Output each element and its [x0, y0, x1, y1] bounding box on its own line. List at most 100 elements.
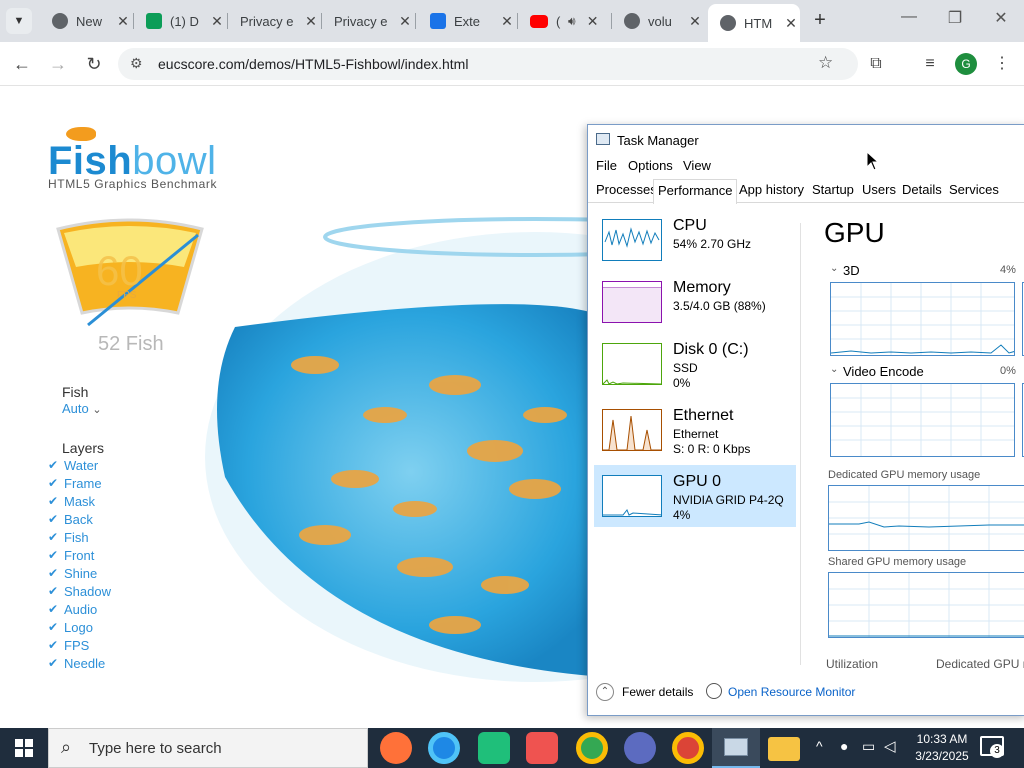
- reload-button[interactable]: ↻: [82, 52, 106, 76]
- gpu-heading: GPU: [824, 217, 885, 248]
- back-button[interactable]: ←: [10, 52, 34, 76]
- close-icon[interactable]: ✕: [114, 13, 132, 30]
- layer-toggle-water[interactable]: ✔ Water: [48, 456, 98, 474]
- layer-toggle-mask[interactable]: ✔ Mask: [48, 492, 95, 510]
- browser-toolbar: ← → ↻ ⚙ eucscore.com/demos/HTML5-Fishbow…: [0, 42, 1024, 86]
- firefox-developer-icon[interactable]: [624, 732, 656, 764]
- ethernet-mini-graph: [602, 409, 662, 451]
- perf-item-cpu[interactable]: CPU 54% 2.70 GHz: [594, 215, 796, 277]
- chevron-down-icon: ⌄: [830, 263, 839, 274]
- perf-item-ethernet[interactable]: Ethernet Ethernet S: 0 R: 0 Kbps: [594, 405, 796, 467]
- close-icon[interactable]: ✕: [208, 13, 226, 30]
- tab-youtube[interactable]: ( 🔊︎ ✕: [518, 4, 610, 38]
- app-icon[interactable]: [478, 732, 510, 764]
- layer-toggle-frame[interactable]: ✔ Frame: [48, 474, 102, 492]
- extensions-icon[interactable]: ⧉: [864, 52, 888, 76]
- tab-performance[interactable]: Performance: [653, 179, 738, 204]
- checkmark-icon: ✔: [48, 656, 59, 670]
- open-resource-monitor-link[interactable]: Open Resource Monitor: [728, 685, 855, 699]
- layer-toggle-front[interactable]: ✔ Front: [48, 546, 94, 564]
- tab-processes[interactable]: Processes: [592, 182, 661, 203]
- task-manager-footer: ⌃ Fewer details Open Resource Monitor: [588, 677, 1024, 717]
- fish-count-select[interactable]: Auto ⌄: [62, 401, 102, 416]
- chrome-beta-icon[interactable]: [576, 732, 608, 764]
- tab-volume[interactable]: volu ✕: [612, 4, 704, 38]
- tab-search-button[interactable]: ▼: [6, 8, 32, 34]
- minimize-button[interactable]: —: [886, 8, 932, 26]
- perf-item-gpu[interactable]: GPU 0 NVIDIA GRID P4-2Q 4%: [594, 465, 796, 527]
- graph-shared-memory: [828, 572, 1024, 638]
- tab-app-history[interactable]: App history: [735, 182, 808, 203]
- notification-center-icon[interactable]: 3: [980, 736, 1004, 758]
- tab-details[interactable]: Details: [898, 182, 946, 203]
- layer-toggle-fps[interactable]: ✔ FPS: [48, 636, 89, 654]
- task-manager-tabs: Processes Performance App history Startu…: [588, 179, 1024, 204]
- layer-toggle-logo[interactable]: ✔ Logo: [48, 618, 93, 636]
- tab-extensions[interactable]: Exte ✕: [418, 4, 516, 38]
- address-bar[interactable]: ⚙ eucscore.com/demos/HTML5-Fishbowl/inde…: [118, 48, 858, 80]
- chevron-up-icon[interactable]: ⌃: [596, 683, 614, 701]
- fps-value: 60: [96, 247, 143, 294]
- tab-users[interactable]: Users: [858, 182, 900, 203]
- star-icon[interactable]: ☆: [818, 53, 833, 73]
- speaker-icon[interactable]: 🔊︎: [568, 14, 576, 29]
- close-icon[interactable]: ✕: [302, 13, 320, 30]
- browser-tab-strip: ▼ New ✕ (1) D ✕ Privacy e ✕ Privacy e ✕ …: [0, 0, 1024, 42]
- clock-time[interactable]: 10:33 AM: [906, 732, 978, 746]
- checkmark-icon: ✔: [48, 602, 59, 616]
- file-explorer-icon[interactable]: [768, 737, 800, 761]
- close-icon[interactable]: ✕: [584, 13, 602, 30]
- menu-view[interactable]: View: [683, 158, 711, 173]
- restore-button[interactable]: ❐: [932, 8, 978, 28]
- layer-toggle-fish[interactable]: ✔ Fish: [48, 528, 89, 546]
- task-manager-taskbar-button[interactable]: [712, 728, 760, 768]
- close-icon[interactable]: ✕: [686, 13, 704, 30]
- menu-file[interactable]: File: [596, 158, 617, 173]
- tab-privacy-1[interactable]: Privacy e ✕: [228, 4, 320, 38]
- browser-app-icon[interactable]: [428, 732, 460, 764]
- url-text[interactable]: eucscore.com/demos/HTML5-Fishbowl/index.…: [158, 56, 468, 72]
- layer-toggle-audio[interactable]: ✔ Audio: [48, 600, 97, 618]
- layer-toggle-back[interactable]: ✔ Back: [48, 510, 93, 528]
- chrome-icon[interactable]: [672, 732, 704, 764]
- perf-item-memory[interactable]: Memory 3.5/4.0 GB (88%): [594, 277, 796, 339]
- menu-options[interactable]: Options: [628, 158, 673, 173]
- perf-item-disk[interactable]: Disk 0 (C:) SSD 0%: [594, 339, 796, 401]
- utilization-label: Utilization: [826, 657, 879, 671]
- close-icon[interactable]: ✕: [498, 13, 516, 30]
- profile-avatar[interactable]: G: [955, 53, 977, 75]
- notification-badge: 3: [990, 744, 1004, 758]
- close-icon[interactable]: ✕: [782, 15, 800, 32]
- layer-toggle-needle[interactable]: ✔ Needle: [48, 654, 105, 672]
- resource-monitor-icon: [706, 683, 722, 699]
- tab-privacy-2[interactable]: Privacy e ✕: [322, 4, 414, 38]
- firefox-icon[interactable]: [380, 732, 412, 764]
- tab-services[interactable]: Services: [945, 182, 1003, 203]
- new-tab-button[interactable]: +: [808, 8, 832, 32]
- chevron-down-icon: ⌄: [92, 404, 102, 416]
- close-window-button[interactable]: ✕: [978, 8, 1024, 28]
- microphone-icon[interactable]: ●: [840, 738, 848, 754]
- checkmark-icon: ✔: [48, 620, 59, 634]
- chevron-up-icon[interactable]: ^: [816, 738, 823, 754]
- clock-date[interactable]: 3/23/2025: [906, 749, 978, 763]
- graph-dedicated-memory: [828, 485, 1024, 551]
- forward-button[interactable]: →: [46, 52, 70, 76]
- network-icon[interactable]: ▭: [862, 738, 875, 755]
- layer-toggle-shadow[interactable]: ✔ Shadow: [48, 582, 111, 600]
- media-controls-icon[interactable]: ≡: [918, 52, 942, 76]
- app-icon[interactable]: [526, 732, 558, 764]
- tab-discord[interactable]: (1) D ✕: [134, 4, 226, 38]
- volume-icon[interactable]: ◁: [884, 737, 896, 755]
- tab-fishbowl[interactable]: HTM ✕: [708, 4, 800, 42]
- tab-new[interactable]: New ✕: [40, 4, 132, 38]
- tab-startup[interactable]: Startup: [808, 182, 858, 203]
- close-icon[interactable]: ✕: [396, 13, 414, 30]
- start-button[interactable]: [0, 728, 48, 768]
- menu-icon[interactable]: ⋮: [990, 52, 1014, 76]
- window-title: Task Manager: [617, 133, 699, 148]
- site-info-icon[interactable]: ⚙: [130, 55, 143, 72]
- taskbar-search-box[interactable]: ⌕ Type here to search: [48, 728, 368, 768]
- layer-toggle-shine[interactable]: ✔ Shine: [48, 564, 97, 582]
- fewer-details-button[interactable]: Fewer details: [622, 685, 693, 699]
